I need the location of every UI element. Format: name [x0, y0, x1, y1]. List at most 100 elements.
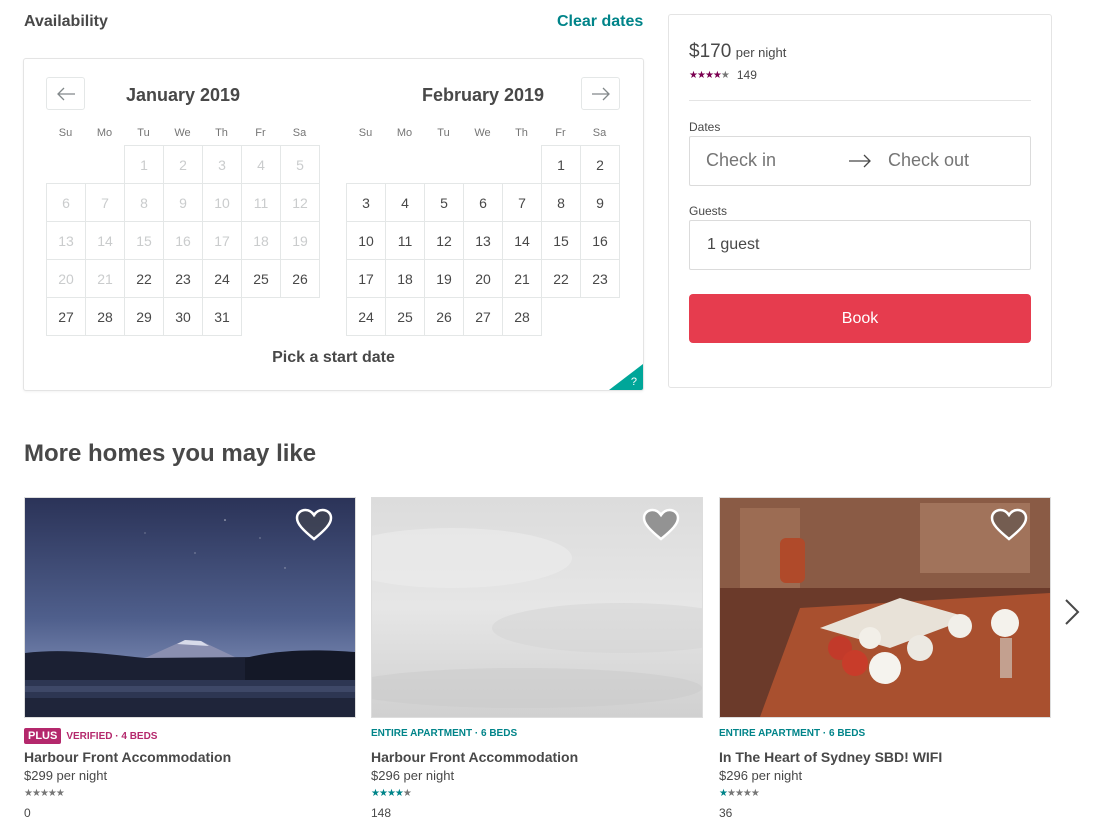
help-label: ?	[630, 376, 637, 388]
calendar-day[interactable]: 30	[163, 297, 203, 336]
weekday-label: We	[174, 127, 191, 139]
home-card[interactable]: PLUS VERIFIED · 4 BEDS Harbour Front Acc…	[24, 497, 356, 820]
calendar-day[interactable]: 27	[463, 297, 503, 336]
listing-tagline: PLUS VERIFIED · 4 BEDS	[24, 728, 157, 744]
price-line: $170 per night	[689, 41, 786, 63]
star-icon: ★	[31, 788, 41, 799]
calendar-day[interactable]: 18	[385, 259, 425, 298]
weekday-label: Mo	[96, 127, 113, 139]
calendar-day[interactable]: 8	[541, 183, 581, 222]
star-icon: ★	[394, 788, 404, 799]
calendar-day[interactable]: 7	[502, 183, 542, 222]
check-in-input[interactable]: Check in	[706, 150, 776, 171]
calendar-day-blocked: 5	[280, 145, 320, 184]
weekday-label: Mo	[396, 127, 413, 139]
calendar-day[interactable]: 25	[385, 297, 425, 336]
calendar-day[interactable]: 23	[580, 259, 620, 298]
calendar-day[interactable]: 9	[580, 183, 620, 222]
listing-price: $296 per night	[719, 768, 803, 783]
calendar-day[interactable]: 1	[541, 145, 581, 184]
calendar-day[interactable]: 31	[202, 297, 242, 336]
calendar-day[interactable]: 4	[385, 183, 425, 222]
listing-tagline: ENTIRE APARTMENT · 6 BEDS	[719, 728, 865, 739]
availability-title: Availability	[24, 13, 108, 30]
review-count: 148	[371, 806, 392, 820]
calendar-day[interactable]: 13	[463, 221, 503, 260]
calendar-day[interactable]: 24	[346, 297, 386, 336]
calendar-day[interactable]: 5	[424, 183, 464, 222]
dates-label: Dates	[689, 120, 721, 134]
calendar-day[interactable]: 15	[541, 221, 581, 260]
calendar-day[interactable]: 27	[46, 297, 86, 336]
calendar-day[interactable]: 16	[580, 221, 620, 260]
home-card[interactable]: ENTIRE APARTMENT · 6 BEDS In The Heart o…	[719, 497, 1051, 820]
star-icon: ★	[704, 69, 714, 81]
guests-select[interactable]: 1 guest	[689, 220, 1031, 270]
check-out-input[interactable]: Check out	[888, 150, 969, 171]
calendar-day[interactable]: 17	[346, 259, 386, 298]
calendar-day-blocked: 13	[46, 221, 86, 260]
calendar-day[interactable]: 10	[346, 221, 386, 260]
listing-title[interactable]: Harbour Front Accommodation	[371, 749, 578, 765]
weekday-label: Th	[215, 127, 228, 139]
calendar-day[interactable]: 11	[385, 221, 425, 260]
nightly-price: $170	[689, 41, 732, 62]
month-title: January 2019	[125, 85, 241, 105]
listing-title[interactable]: Harbour Front Accommodation	[24, 749, 231, 765]
star-icon: ★	[24, 788, 33, 799]
listing-photo[interactable]	[371, 497, 703, 718]
star-icon: ★	[726, 788, 736, 799]
calendar-day[interactable]: 28	[502, 297, 542, 336]
heart-icon[interactable]	[642, 508, 680, 542]
month-title: February 2019	[421, 85, 545, 105]
calendar-day[interactable]: 21	[502, 259, 542, 298]
calendar-day-blocked: 2	[163, 145, 203, 184]
calendar-day[interactable]: 28	[85, 297, 125, 336]
listing-photo[interactable]	[719, 497, 1051, 718]
home-card[interactable]: ENTIRE APARTMENT · 6 BEDS Harbour Front …	[371, 497, 703, 820]
calendar-day[interactable]: 22	[541, 259, 581, 298]
listing-type: ENTIRE APARTMENT · 6 BEDS	[719, 728, 866, 739]
calendar-day[interactable]: 23	[163, 259, 203, 298]
calendar-day[interactable]: 3	[346, 183, 386, 222]
plus-badge: PLUS	[24, 728, 62, 744]
calendar-day-blocked: 20	[46, 259, 86, 298]
calendar-day[interactable]: 24	[202, 259, 242, 298]
calendar-day[interactable]: 14	[502, 221, 542, 260]
calendar-day[interactable]: 29	[124, 297, 164, 336]
chevron-right-icon[interactable]	[1062, 597, 1082, 627]
calendar-day[interactable]: 22	[124, 259, 164, 298]
calendar-day-blocked: 9	[163, 183, 203, 222]
listing-photo[interactable]	[24, 497, 356, 718]
star-icon: ★	[47, 788, 57, 799]
book-button[interactable]: Book	[689, 294, 1031, 343]
calendar-day[interactable]: 6	[463, 183, 503, 222]
star-icon: ★	[720, 69, 730, 81]
listing-title[interactable]: In The Heart of Sydney SBD! WIFI	[719, 749, 942, 765]
star-rating: ★★★★★	[689, 69, 730, 81]
star-rating: ★★★★★	[719, 788, 760, 799]
calendar-day-blocked: 18	[241, 221, 281, 260]
heart-icon[interactable]	[990, 508, 1028, 542]
calendar-day[interactable]: 26	[424, 297, 464, 336]
calendar-day[interactable]: 12	[424, 221, 464, 260]
calendar-day[interactable]: 20	[463, 259, 503, 298]
listing-price: $299 per night	[24, 768, 108, 783]
weekday-label: Su	[358, 127, 373, 139]
calendar-day-blocked: 11	[241, 183, 281, 222]
weekday-header: Su Mo Tu We Th Fr Sa	[46, 127, 320, 139]
heart-icon[interactable]	[295, 508, 333, 542]
calendar-day-blocked: 8	[124, 183, 164, 222]
weekday-label: Th	[515, 127, 528, 139]
calendar-day[interactable]: 25	[241, 259, 281, 298]
weekday-label: Fr	[255, 127, 266, 139]
calendar-day[interactable]: 26	[280, 259, 320, 298]
star-icon: ★	[742, 788, 752, 799]
clear-dates-link[interactable]: Clear dates	[557, 13, 643, 31]
keyboard-shortcuts-help-button[interactable]: ?	[609, 364, 643, 390]
listing-tagline: ENTIRE APARTMENT · 6 BEDS	[371, 728, 517, 739]
calendar-day[interactable]: 19	[424, 259, 464, 298]
arrow-right-icon	[849, 154, 871, 168]
star-rating: ★★★★★	[24, 788, 65, 799]
calendar-day[interactable]: 2	[580, 145, 620, 184]
